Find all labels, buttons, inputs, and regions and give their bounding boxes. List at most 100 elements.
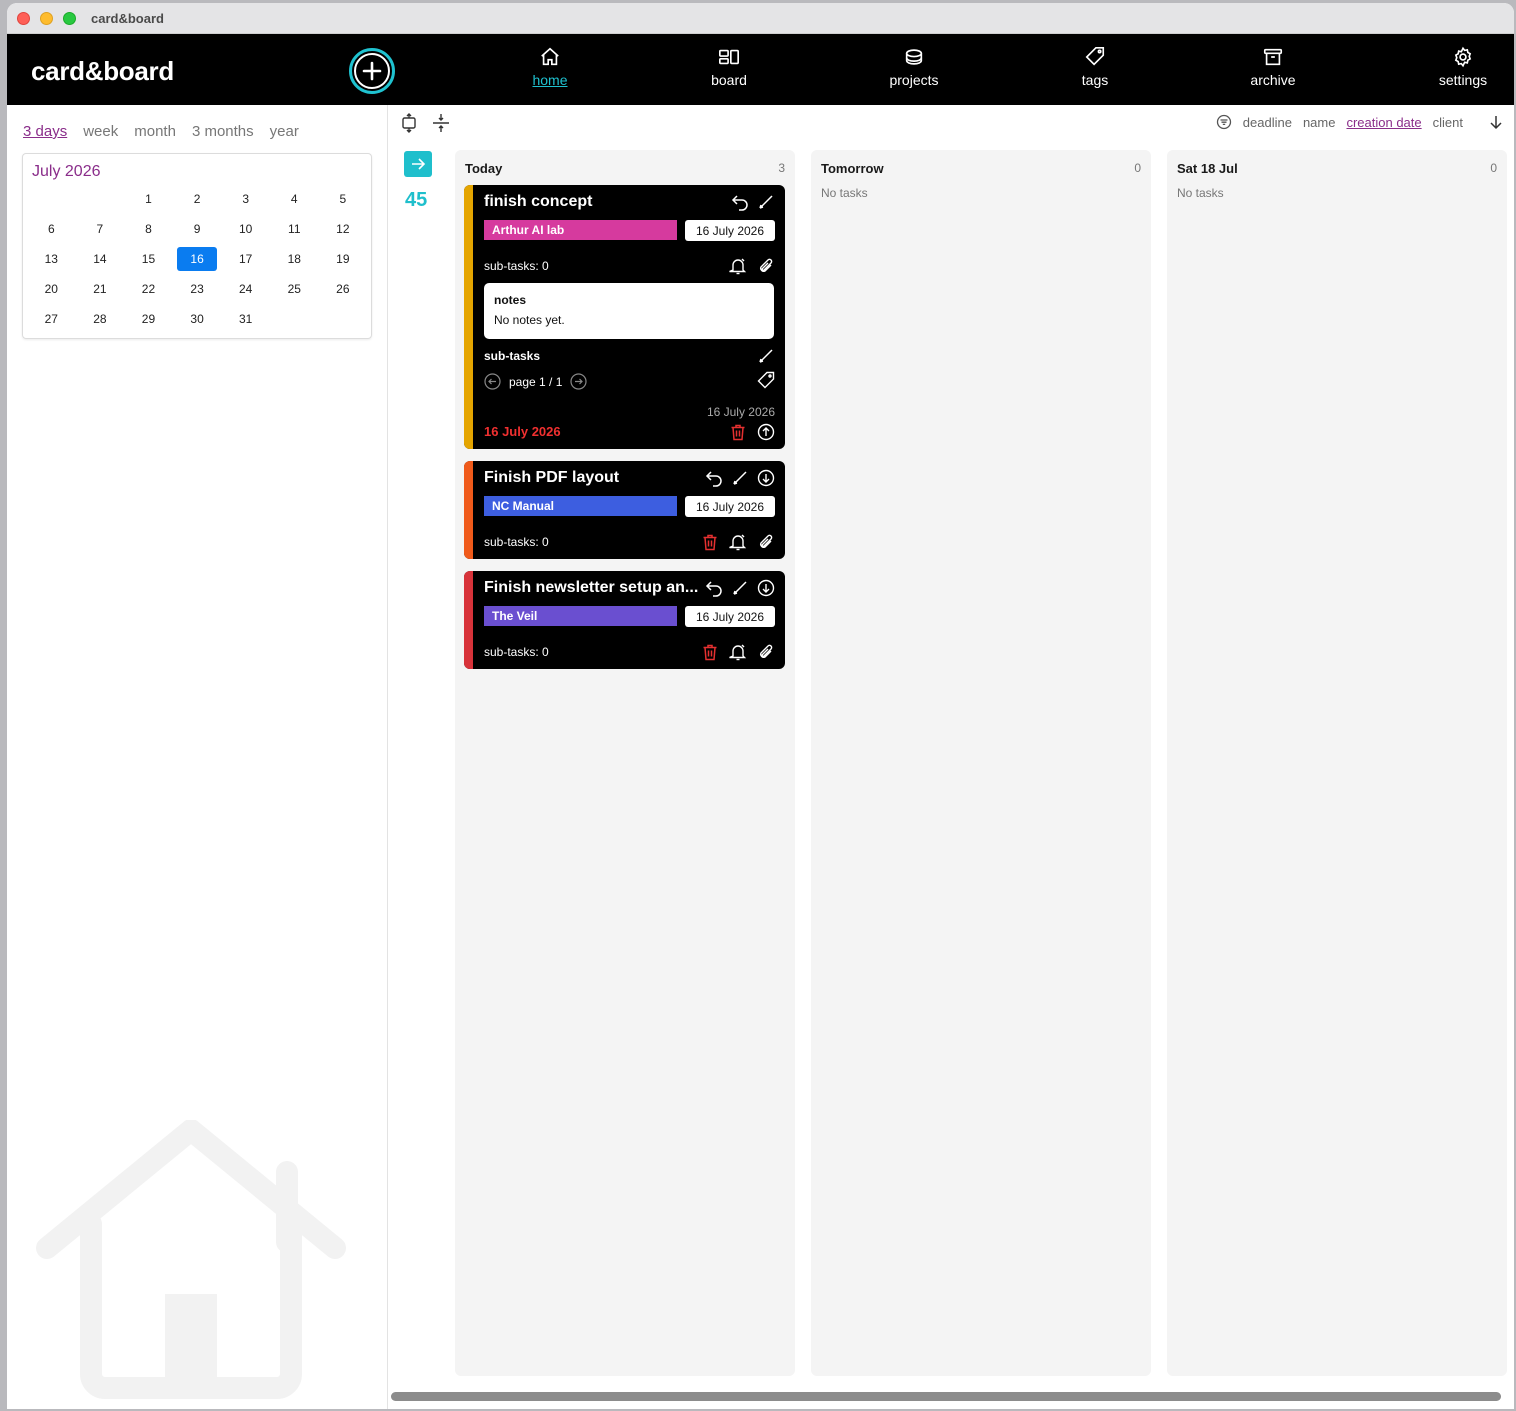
notes-panel[interactable]: notes No notes yet.: [484, 283, 774, 339]
calendar-day[interactable]: 26: [319, 274, 368, 304]
tag-icon: [1085, 47, 1105, 66]
edit-icon[interactable]: [731, 469, 749, 487]
calendar-day[interactable]: 10: [221, 214, 270, 244]
collapse-icon[interactable]: [431, 113, 451, 133]
project-tag[interactable]: NC Manual: [484, 496, 677, 516]
calendar-day[interactable]: 14: [76, 244, 125, 274]
sort-client[interactable]: client: [1433, 115, 1463, 130]
calendar-day[interactable]: 6: [27, 214, 76, 244]
sort-name[interactable]: name: [1303, 115, 1336, 130]
project-tag[interactable]: The Veil: [484, 606, 677, 626]
undo-icon[interactable]: [705, 579, 723, 597]
bell-icon[interactable]: [729, 643, 747, 661]
nav-board[interactable]: board: [684, 46, 774, 88]
close-window-button[interactable]: [17, 12, 30, 25]
calendar-day-label: 16: [177, 247, 218, 271]
calendar-day[interactable]: 4: [270, 184, 319, 214]
calendar-day[interactable]: 18: [270, 244, 319, 274]
trash-icon[interactable]: [701, 533, 719, 551]
calendar-day[interactable]: 31: [221, 304, 270, 334]
range-tab-month[interactable]: month: [134, 123, 176, 140]
calendar-day[interactable]: 25: [270, 274, 319, 304]
trash-icon[interactable]: [729, 423, 747, 441]
calendar-day[interactable]: 22: [124, 274, 173, 304]
range-tab-week[interactable]: week: [83, 123, 118, 140]
card-date[interactable]: 16 July 2026: [685, 496, 775, 517]
edit-icon[interactable]: [731, 579, 749, 597]
nav-projects[interactable]: projects: [869, 46, 959, 88]
nav-tags[interactable]: tags: [1050, 46, 1140, 88]
calendar-day[interactable]: 20: [27, 274, 76, 304]
calendar-day-label: 29: [141, 312, 156, 326]
arrow-up-circle-icon[interactable]: [757, 423, 775, 441]
bell-icon[interactable]: [729, 533, 747, 551]
task-card[interactable]: Finish PDF layout NC Manual 16 July 2026…: [464, 461, 785, 559]
calendar-day[interactable]: 8: [124, 214, 173, 244]
add-card-button[interactable]: [349, 48, 395, 94]
card-date[interactable]: 16 July 2026: [685, 220, 775, 241]
filter-icon[interactable]: [1216, 114, 1232, 130]
calendar-day[interactable]: 16: [173, 244, 222, 274]
calendar-day-label: 20: [44, 282, 58, 296]
nav-home-label: home: [532, 72, 568, 88]
calendar-day[interactable]: 24: [221, 274, 270, 304]
edit-icon[interactable]: [757, 193, 775, 211]
sort-deadline[interactable]: deadline: [1243, 115, 1292, 130]
go-to-today-button[interactable]: [404, 151, 432, 177]
plus-icon: [362, 61, 382, 81]
card-date[interactable]: 16 July 2026: [685, 606, 775, 627]
edit-subtasks-icon[interactable]: [757, 347, 775, 365]
calendar-day[interactable]: 15: [124, 244, 173, 274]
calendar-day[interactable]: 29: [124, 304, 173, 334]
calendar-day[interactable]: 9: [173, 214, 222, 244]
range-tab-year[interactable]: year: [270, 123, 299, 140]
arrow-down-circle-icon[interactable]: [757, 469, 775, 487]
paperclip-icon[interactable]: [757, 257, 775, 275]
sort-creation-date[interactable]: creation date: [1346, 115, 1421, 130]
trash-icon[interactable]: [701, 643, 719, 661]
zoom-window-button[interactable]: [63, 12, 76, 25]
expand-icon[interactable]: [399, 113, 419, 133]
calendar-day[interactable]: 23: [173, 274, 222, 304]
calendar-day[interactable]: 17: [221, 244, 270, 274]
minimize-window-button[interactable]: [40, 12, 53, 25]
calendar-day[interactable]: 12: [319, 214, 368, 244]
nav-archive[interactable]: archive: [1228, 46, 1318, 88]
calendar-day[interactable]: 28: [76, 304, 125, 334]
prev-page-icon[interactable]: [484, 373, 501, 390]
undo-icon[interactable]: [705, 469, 723, 487]
paperclip-icon[interactable]: [757, 533, 775, 551]
calendar-day[interactable]: 3: [221, 184, 270, 214]
project-tag[interactable]: Arthur AI lab: [484, 220, 677, 240]
range-tab-3-months[interactable]: 3 months: [192, 123, 254, 140]
task-card[interactable]: Finish newsletter setup an... The Veil 1…: [464, 571, 785, 669]
subtasks-count: sub-tasks: 0: [484, 259, 549, 273]
calendar-day-label: 10: [238, 222, 253, 236]
home-icon: [541, 47, 559, 66]
calendar-day[interactable]: 1: [124, 184, 173, 214]
task-card[interactable]: finish concept Arthur AI lab 16 July 202…: [464, 185, 785, 449]
calendar-day[interactable]: 13: [27, 244, 76, 274]
range-tab-3-days[interactable]: 3 days: [23, 123, 67, 140]
nav-home[interactable]: home: [505, 46, 595, 88]
tag-icon[interactable]: [757, 371, 775, 389]
calendar-day[interactable]: 2: [173, 184, 222, 214]
calendar-day[interactable]: 19: [319, 244, 368, 274]
next-page-icon[interactable]: [570, 373, 587, 390]
calendar-day[interactable]: 7: [76, 214, 125, 244]
arrow-down-icon[interactable]: [1488, 114, 1504, 130]
calendar-day-label: 17: [238, 252, 253, 266]
bell-icon[interactable]: [729, 257, 747, 275]
paperclip-icon[interactable]: [757, 643, 775, 661]
arrow-down-circle-icon[interactable]: [757, 579, 775, 597]
calendar-day[interactable]: 21: [76, 274, 125, 304]
calendar-day[interactable]: 5: [319, 184, 368, 214]
calendar-day[interactable]: 11: [270, 214, 319, 244]
horizontal-scrollbar[interactable]: [391, 1392, 1501, 1401]
undo-icon[interactable]: [731, 193, 749, 211]
subtasks-count: sub-tasks: 0: [484, 645, 549, 659]
nav-settings-label: settings: [1438, 72, 1488, 88]
calendar-day[interactable]: 30: [173, 304, 222, 334]
calendar-day[interactable]: 27: [27, 304, 76, 334]
nav-settings[interactable]: settings: [1418, 46, 1508, 88]
